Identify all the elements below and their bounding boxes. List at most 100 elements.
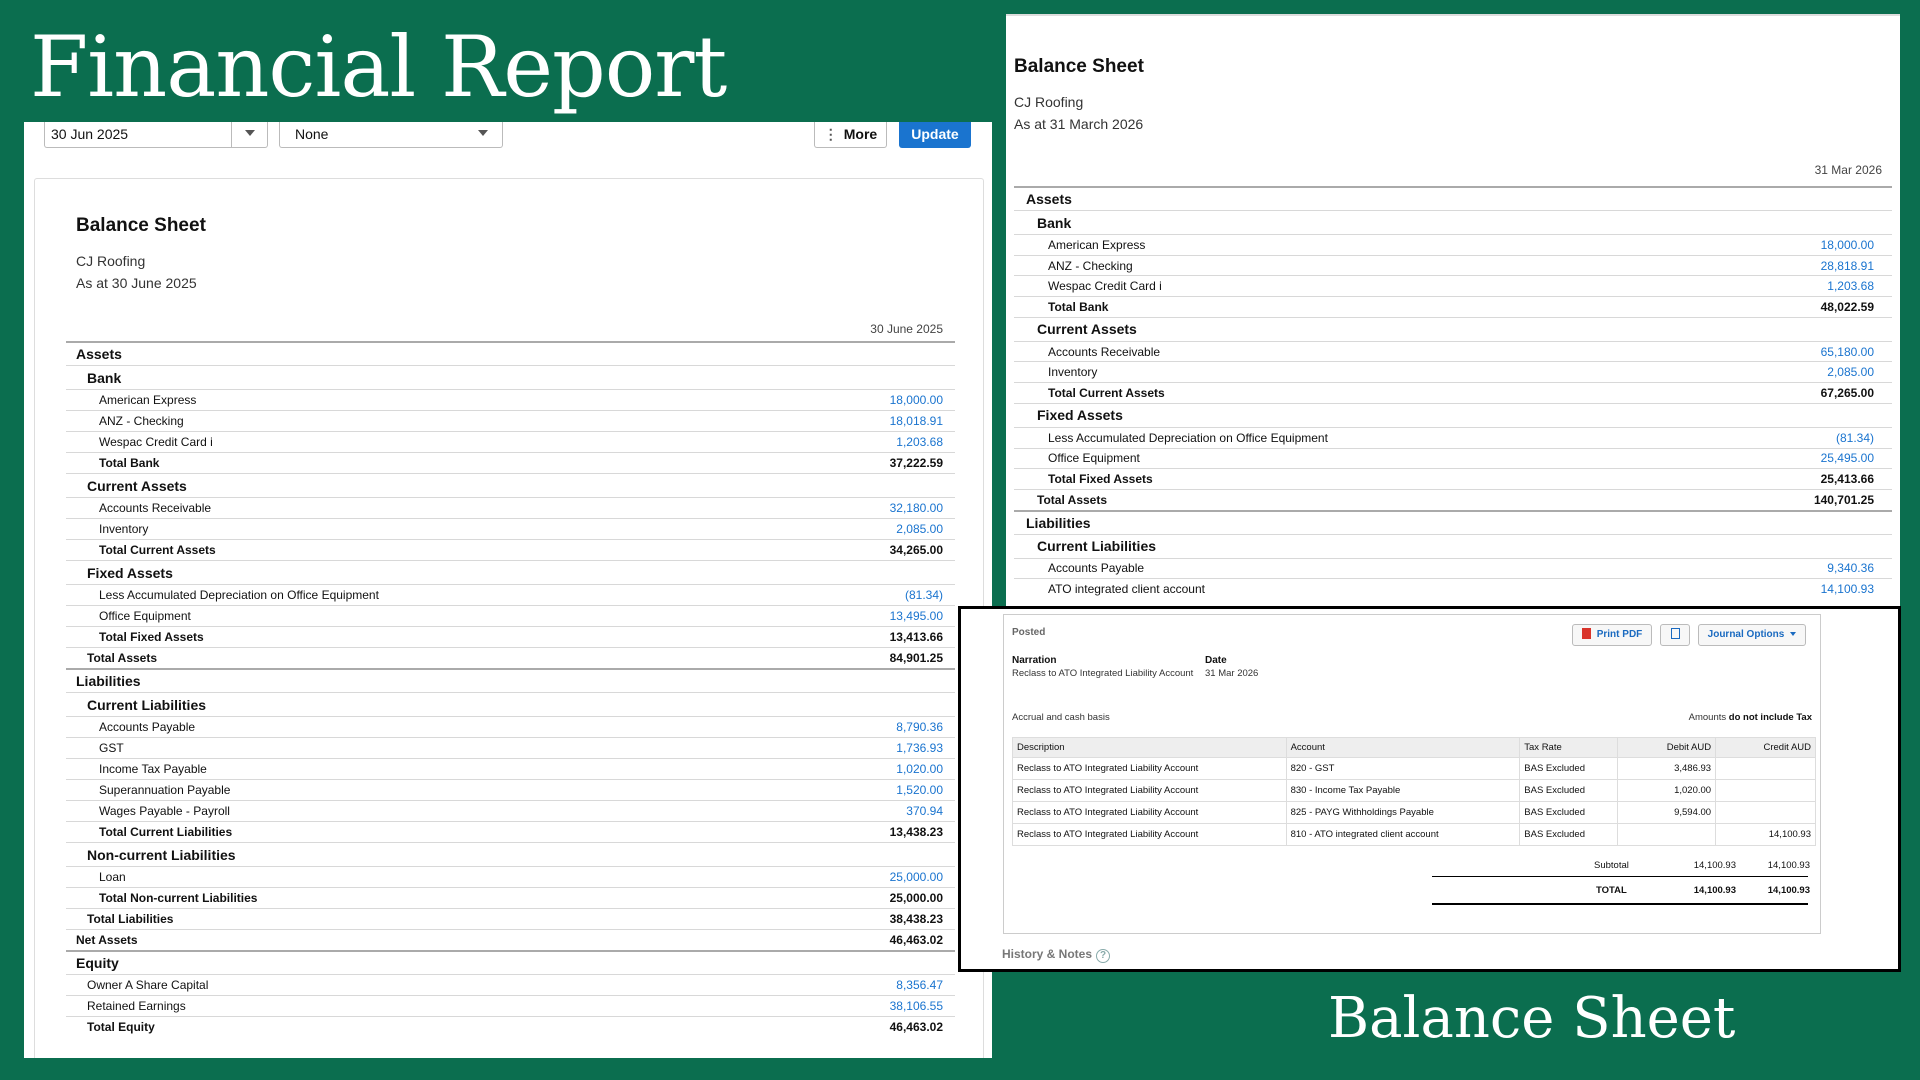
row-amount[interactable]: 1,736.93 bbox=[896, 738, 943, 758]
row-amount[interactable]: 32,180.00 bbox=[890, 498, 943, 518]
account-row[interactable]: Superannuation Payable 1,520.00 bbox=[66, 779, 955, 800]
row-amount[interactable]: 8,790.36 bbox=[896, 717, 943, 737]
row-amount[interactable]: 13,495.00 bbox=[890, 606, 943, 626]
row-amount[interactable]: 25,495.00 bbox=[1821, 449, 1874, 469]
account-row[interactable]: ATO integrated client account 14,100.93 bbox=[1014, 578, 1892, 599]
report-rows: Assets Bank American Express 18,000.00 ANZ -… bbox=[1014, 186, 1892, 599]
account-row[interactable]: Inventory 2,085.00 bbox=[66, 518, 955, 539]
cell-tax-rate: BAS Excluded bbox=[1519, 779, 1619, 802]
section-row: Liabilities bbox=[66, 668, 955, 692]
report-rows: Assets Bank American Express 18,000.00 ANZ -… bbox=[66, 341, 955, 1037]
group-row: Fixed Assets bbox=[66, 560, 955, 584]
report-toolbar: 30 Jun 2025 None ⋮ More Update bbox=[24, 122, 992, 150]
row-amount[interactable]: 8,356.47 bbox=[896, 975, 943, 995]
row-amount[interactable]: (81.34) bbox=[1836, 428, 1874, 448]
account-row[interactable]: Inventory 2,085.00 bbox=[1014, 361, 1892, 382]
account-row[interactable]: GST 1,736.93 bbox=[66, 737, 955, 758]
update-button[interactable]: Update bbox=[899, 122, 971, 148]
account-row[interactable]: Accounts Receivable 32,180.00 bbox=[66, 497, 955, 518]
row-label: Total Current Assets bbox=[99, 543, 216, 557]
cell-debit: 9,594.00 bbox=[1617, 801, 1717, 824]
copy-button[interactable] bbox=[1660, 624, 1690, 646]
help-icon[interactable]: ? bbox=[1096, 949, 1111, 963]
account-row[interactable]: Retained Earnings 38,106.55 bbox=[66, 995, 955, 1016]
report-heading: Balance Sheet bbox=[1014, 56, 1144, 77]
journal-options-button[interactable]: Journal Options bbox=[1698, 624, 1806, 646]
row-amount[interactable]: 25,000.00 bbox=[890, 867, 943, 887]
row-label: Loan bbox=[99, 870, 126, 884]
account-row[interactable]: Less Accumulated Depreciation on Office … bbox=[1014, 426, 1892, 448]
account-row[interactable]: ANZ - Checking 28,818.91 bbox=[1014, 254, 1892, 276]
account-row[interactable]: ANZ - Checking 18,018.91 bbox=[66, 410, 955, 431]
row-label: Owner A Share Capital bbox=[87, 978, 209, 992]
account-row[interactable]: American Express 18,000.00 bbox=[1014, 234, 1892, 255]
compare-select[interactable]: None bbox=[279, 122, 503, 148]
section-row: Liabilities bbox=[1014, 509, 1892, 534]
section-row: Equity bbox=[66, 950, 955, 974]
account-row[interactable]: Accounts Receivable 65,180.00 bbox=[1014, 340, 1892, 362]
table-row: Reclass to ATO Integrated Liability Acco… bbox=[1012, 801, 1816, 824]
history-notes-link[interactable]: History & Notes? bbox=[1002, 947, 1111, 963]
row-label: Fixed Assets bbox=[1037, 407, 1123, 424]
chevron-down-icon bbox=[244, 130, 255, 136]
date-value: 31 Mar 2026 bbox=[1205, 668, 1259, 679]
date-picker[interactable]: 30 Jun 2025 bbox=[44, 122, 268, 148]
row-label: Current Liabilities bbox=[1037, 538, 1157, 555]
row-amount[interactable]: 38,106.55 bbox=[890, 996, 943, 1016]
account-row[interactable]: Office Equipment 25,495.00 bbox=[1014, 447, 1892, 469]
total-row: Total Current Assets 34,265.00 bbox=[66, 539, 955, 560]
account-row[interactable]: Loan 25,000.00 bbox=[66, 866, 955, 887]
row-amount[interactable]: 2,085.00 bbox=[1827, 362, 1874, 382]
row-label: GST bbox=[99, 741, 124, 755]
account-row[interactable]: Accounts Payable 9,340.36 bbox=[1014, 557, 1892, 579]
row-label: Net Assets bbox=[76, 933, 138, 947]
footer-title: Balance Sheet bbox=[1328, 986, 1736, 1051]
account-row[interactable]: Wespac Credit Card i 1,203.68 bbox=[1014, 275, 1892, 296]
table-row: Reclass to ATO Integrated Liability Acco… bbox=[1012, 779, 1816, 802]
account-row[interactable]: Office Equipment 13,495.00 bbox=[66, 605, 955, 626]
total-divider bbox=[1432, 876, 1808, 877]
pdf-icon bbox=[1581, 628, 1591, 639]
account-row[interactable]: Wages Payable - Payroll 370.94 bbox=[66, 800, 955, 821]
row-amount[interactable]: 28,818.91 bbox=[1821, 256, 1874, 276]
row-label: Current Assets bbox=[1037, 321, 1137, 338]
row-amount[interactable]: 1,203.68 bbox=[1827, 276, 1874, 296]
print-pdf-button[interactable]: Print PDF bbox=[1572, 624, 1652, 646]
row-amount[interactable]: 1,520.00 bbox=[896, 780, 943, 800]
row-amount[interactable]: 18,000.00 bbox=[1821, 235, 1874, 255]
row-amount[interactable]: (81.34) bbox=[905, 585, 943, 605]
col-debit: Debit AUD bbox=[1617, 737, 1717, 758]
row-amount[interactable]: 370.94 bbox=[906, 801, 943, 821]
chevron-down-icon bbox=[1790, 632, 1797, 636]
row-label: Office Equipment bbox=[1048, 451, 1140, 466]
row-amount[interactable]: 18,018.91 bbox=[890, 411, 943, 431]
row-label: Assets bbox=[1026, 191, 1072, 207]
account-row[interactable]: Accounts Payable 8,790.36 bbox=[66, 716, 955, 737]
row-amount[interactable]: 2,085.00 bbox=[896, 519, 943, 539]
table-row: Reclass to ATO Integrated Liability Acco… bbox=[1012, 823, 1816, 846]
more-button[interactable]: ⋮ More bbox=[814, 122, 887, 148]
journal-panel: Posted Print PDF Journal Options Narrati… bbox=[958, 606, 1901, 972]
account-row[interactable]: Owner A Share Capital 8,356.47 bbox=[66, 974, 955, 995]
left-report-panel: 30 Jun 2025 None ⋮ More Update Balance Sh… bbox=[24, 122, 992, 1058]
date-dropdown-button[interactable] bbox=[231, 122, 267, 147]
cell-debit: 3,486.93 bbox=[1617, 757, 1717, 780]
account-row[interactable]: Less Accumulated Depreciation on Office … bbox=[66, 584, 955, 605]
row-amount[interactable]: 9,340.36 bbox=[1827, 559, 1874, 579]
table-header-row: Description Account Tax Rate Debit AUD C… bbox=[1012, 737, 1816, 758]
row-amount[interactable]: 1,203.68 bbox=[896, 432, 943, 452]
row-label: ANZ - Checking bbox=[99, 414, 184, 428]
row-amount[interactable]: 1,020.00 bbox=[896, 759, 943, 779]
history-notes-label: History & Notes bbox=[1002, 947, 1093, 961]
row-amount[interactable]: 14,100.93 bbox=[1821, 579, 1874, 599]
row-label: Accounts Receivable bbox=[99, 501, 212, 515]
row-label: Office Equipment bbox=[99, 609, 191, 623]
account-row[interactable]: American Express 18,000.00 bbox=[66, 389, 955, 410]
col-description: Description bbox=[1012, 737, 1287, 758]
row-label: Assets bbox=[76, 346, 122, 362]
account-row[interactable]: Income Tax Payable 1,020.00 bbox=[66, 758, 955, 779]
account-row[interactable]: Wespac Credit Card i 1,203.68 bbox=[66, 431, 955, 452]
row-amount[interactable]: 18,000.00 bbox=[890, 390, 943, 410]
chevron-down-icon bbox=[478, 130, 488, 136]
row-amount[interactable]: 65,180.00 bbox=[1821, 342, 1874, 362]
